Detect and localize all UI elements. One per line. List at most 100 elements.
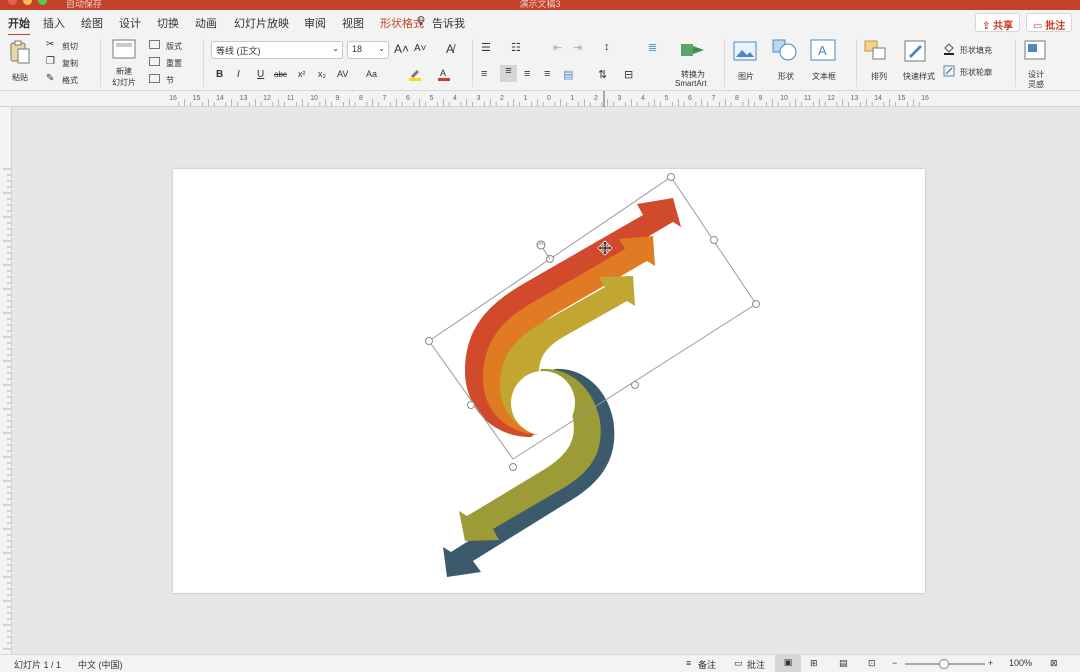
bold-button[interactable]: B [216,69,223,80]
cut-icon[interactable]: ✂ [46,39,54,50]
ruler-number: 11 [287,95,294,102]
copy-label[interactable]: 复制 [62,58,78,69]
rotate-handle-icon[interactable] [536,240,546,250]
cut-label[interactable]: 剪切 [62,41,78,52]
share-button[interactable]: ⇪ 共享 [975,13,1021,32]
format-painter-icon[interactable]: ✎ [46,73,54,84]
justify-icon[interactable]: ≡ [544,68,550,80]
notes-icon[interactable]: ≡ [686,658,691,668]
align-text-icon[interactable]: ⊟ [624,68,633,81]
tab-view[interactable]: 视图 [342,15,364,31]
subscript-button[interactable]: x₂ [318,69,326,79]
ruler-number: 0 [547,95,551,102]
resize-handle[interactable] [710,236,718,244]
pen-icon[interactable] [943,65,955,77]
zoom-slider[interactable] [905,659,985,669]
arrange-button[interactable]: 排列 [862,39,896,85]
tab-insert[interactable]: 插入 [43,15,65,31]
copy-icon[interactable]: ❐ [46,56,55,67]
tab-draw[interactable]: 绘图 [81,15,103,31]
font-color-icon[interactable]: A [437,67,451,81]
tab-home[interactable]: 开始 [8,15,30,36]
reading-view-button[interactable]: ▤ [839,658,848,669]
tab-slideshow[interactable]: 幻灯片放映 [234,15,289,31]
format-painter-label[interactable]: 格式 [62,75,78,86]
align-left-icon[interactable]: ≡ [481,68,487,80]
paint-bucket-icon[interactable] [943,43,955,55]
resize-handle[interactable] [425,337,433,345]
reset-label[interactable]: 重置 [166,58,182,69]
increase-indent-icon[interactable]: ⇥ [573,41,582,54]
horizontal-ruler[interactable]: 16 15 14 13 12 11 10 9 8 7 6 5 4 3 2 1 0 1 2 3 4 5 6 7 8 9 10 11 12 1… [0,91,1080,107]
increase-font-size-icon[interactable]: A˄ [394,42,409,56]
slide-count-text: 幻灯片 1 / 1 [14,660,62,670]
section-icon[interactable] [149,74,160,83]
language-text[interactable]: 中文 (中国) [78,658,123,671]
zoom-out-button[interactable]: − [892,658,897,668]
change-case-button[interactable]: Aa [366,69,377,79]
resize-handle[interactable] [467,401,475,409]
picture-button[interactable]: 图片 [730,39,764,85]
underline-button[interactable]: U [257,69,264,80]
decrease-font-size-icon[interactable]: A˅ [414,43,427,54]
tab-design[interactable]: 设计 [119,15,141,31]
strikethrough-button[interactable]: abc [274,70,287,79]
notes-button[interactable]: 备注 [698,658,716,671]
line-spacing-icon[interactable]: ↕ [604,41,610,53]
layout-icon[interactable] [149,40,160,49]
bullets-icon[interactable]: ☰ [481,41,491,54]
resize-handle[interactable] [667,173,675,181]
font-name-select[interactable]: 等线 (正文) ⌄ [211,41,343,59]
italic-button[interactable]: I [237,69,240,80]
share-icon: ⇪ [982,21,994,32]
fit-to-window-icon[interactable]: ⊠ [1050,658,1058,669]
tab-transitions[interactable]: 切换 [157,15,179,31]
slideshow-button[interactable]: ⊡ [868,658,876,669]
resize-handle[interactable] [752,300,760,308]
decrease-indent-icon[interactable]: ⇤ [553,41,562,54]
slide-sorter-button[interactable]: ⊞ [810,658,818,669]
reset-icon[interactable] [149,57,160,66]
distributed-icon[interactable]: ▤ [563,68,573,81]
text-direction-icon[interactable]: ⇅ [598,68,607,81]
convert-smartart-button[interactable]: 转换为 SmartArt [672,40,716,88]
ruler-number: 9 [336,95,340,102]
layout-label[interactable]: 版式 [166,41,182,52]
highlight-icon[interactable] [408,67,422,81]
zoom-in-button[interactable]: + [988,658,993,668]
normal-view-button[interactable]: ▣ [775,655,801,672]
new-slide-button[interactable]: 新建 幻灯片 [106,39,144,87]
quick-styles-button[interactable]: 快速样式 [900,39,940,85]
clear-formatting-icon[interactable]: A̸ [446,42,454,56]
superscript-button[interactable]: x² [298,69,306,79]
comments-button[interactable]: ▭ 批注 [1026,13,1073,32]
tab-review[interactable]: 审阅 [304,15,326,31]
vertical-ruler[interactable] [0,107,12,654]
tab-animations[interactable]: 动画 [195,15,217,31]
font-size-select[interactable]: 18 ⌄ [347,41,389,59]
ruler-number: 3 [477,95,481,102]
align-right-icon[interactable]: ≡ [524,68,530,80]
slide-1[interactable] [173,169,925,593]
shape-outline-label[interactable]: 形状轮廓 [960,67,992,78]
zoom-slider-thumb[interactable] [939,659,949,669]
textbox-button[interactable]: A 文本框 [808,39,848,85]
design-ideas-button[interactable]: 设计 灵感 [1020,39,1054,89]
numbering-icon[interactable]: ☷ [511,41,521,54]
paste-button[interactable]: 粘贴 [6,39,36,85]
shape-fill-label[interactable]: 形状填充 [960,45,992,56]
section-label[interactable]: 节 [166,75,174,86]
zoom-level-text[interactable]: 100% [1009,658,1032,668]
shape-button[interactable]: 形状 [770,39,804,85]
tab-tell-me[interactable]: 告诉我 [432,15,465,31]
align-center-icon[interactable]: ≡ [500,65,517,82]
resize-handle[interactable] [509,463,517,471]
resize-handle[interactable] [631,381,639,389]
convert-smartart-label-2: SmartArt [675,79,707,88]
comments-status-button[interactable]: 批注 [747,658,765,671]
ruler-ticks: 16 15 14 13 12 11 10 9 8 7 6 5 4 3 2 1 0 1 2 3 4 5 6 7 8 9 10 11 12 1… [169,91,929,107]
columns-icon[interactable]: ≣ [648,41,657,54]
character-spacing-button[interactable]: AV [337,69,348,79]
ruler-number: 12 [827,95,835,102]
comments-icon[interactable]: ▭ [734,658,743,669]
